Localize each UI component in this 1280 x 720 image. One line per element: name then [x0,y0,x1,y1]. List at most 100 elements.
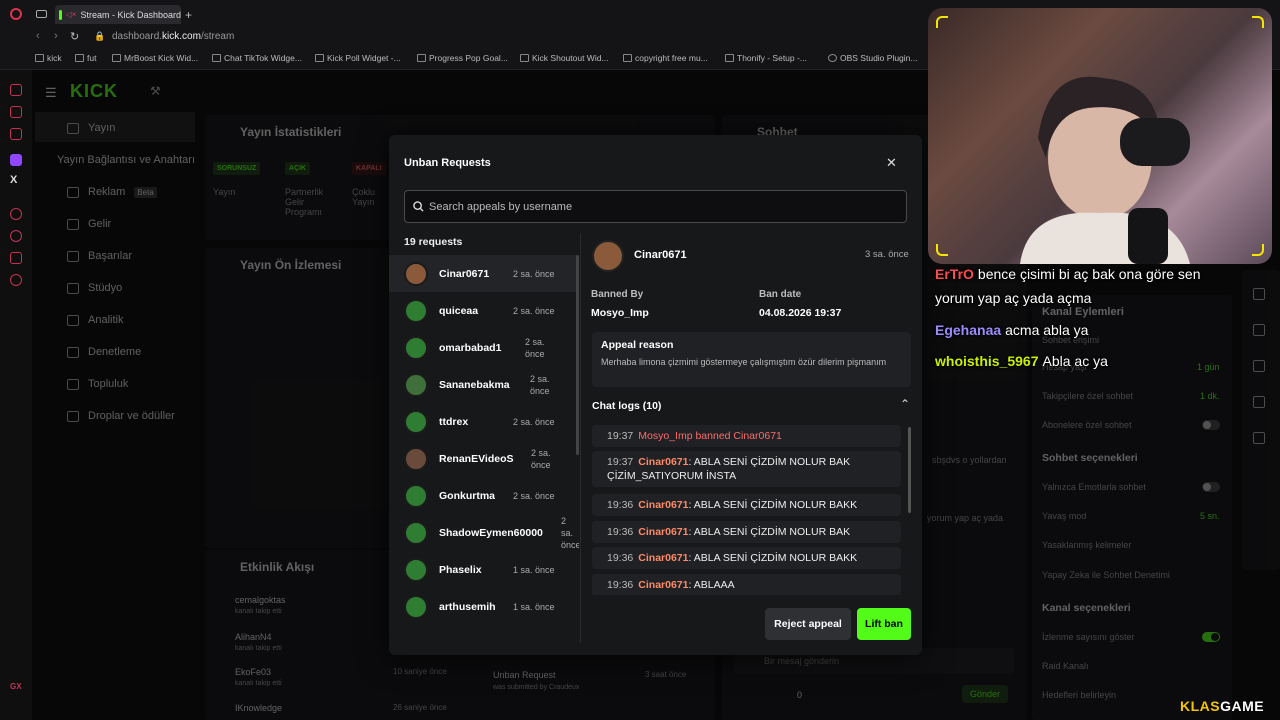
request-row[interactable]: Phaselix 1 sa. önce [389,551,577,588]
lift-ban-button[interactable]: Lift ban [857,608,911,640]
bookmark-item[interactable]: Thonify - Setup -... [725,53,807,63]
avatar [404,557,428,582]
sidebar-item-droplar[interactable]: Droplar ve ödüller [67,410,175,422]
request-row[interactable]: omarbabad1 2 sa. önce [389,329,577,366]
tool-icon[interactable] [1253,396,1265,408]
search-box[interactable] [404,190,907,223]
request-row[interactable]: quiceaa 2 sa. önce [389,292,577,329]
bookmark-item[interactable]: Chat TikTok Widge... [212,53,302,63]
activity-sub: kanalı takip etti [235,645,282,652]
reject-appeal-button[interactable]: Reject appeal [765,608,851,640]
tab-stream[interactable]: ◁× Stream - Kick Dashboard [55,5,181,24]
logs-scrollbar[interactable] [908,427,911,513]
whatsapp-icon[interactable] [10,128,22,140]
tool-icon[interactable] [1253,360,1265,372]
activity-user: IKnowledge [235,703,283,713]
gx-icon[interactable]: GX [10,682,22,691]
detail-username: Cinar0671 [634,249,687,261]
avatar [404,335,428,360]
request-row[interactable]: ttdrex 2 sa. önce [389,403,577,440]
url-field[interactable]: dashboard.kick.com/stream [112,31,234,42]
log-row: 19:36 Cinar0671: ABLA SENİ ÇİZDİM NOLUR B… [592,494,901,516]
player-icon[interactable] [10,208,22,220]
sidebar-item-yayin-label[interactable]: Yayın [67,122,115,134]
reload-icon[interactable]: ↻ [70,30,79,43]
banned-by-value: Mosyo_Imp [591,307,649,319]
right-tool-rail [1242,270,1280,570]
list-scrollbar[interactable] [576,255,579,455]
bookmark-item[interactable]: kick [35,53,62,63]
tool-icon[interactable] [1253,288,1265,300]
tool-icon[interactable] [1253,324,1265,336]
menu-icon[interactable]: ☰ [45,85,57,101]
sidebar-item-topluluk[interactable]: Topluluk [67,378,128,390]
request-row[interactable]: Cinar0671 2 sa. önce [389,255,577,292]
activity-user: cemalgoktas [235,595,286,605]
unban-note-time: 3 saat önce [645,670,687,679]
sidebar-item-gelir[interactable]: Gelir [67,218,111,230]
kick-logo[interactable]: KICK [70,81,118,102]
settings-icon[interactable] [10,274,22,286]
folder-icon [623,54,632,62]
unban-note-sub: was submitted by Craudeux [493,684,580,691]
send-button[interactable]: Gönder [962,685,1009,703]
tool-icon[interactable] [1253,432,1265,444]
subs-only-toggle[interactable] [1202,420,1220,430]
twitch-icon[interactable] [10,154,22,166]
search-input[interactable] [429,200,889,213]
modal-title: Unban Requests [404,157,491,169]
activity-sub: kanalı takip etti [235,680,282,687]
channel-actions-title: Kanal Eylemleri [1042,306,1124,318]
activity-time: 26 saniye önce [393,703,447,712]
extensions-icon[interactable] [10,252,22,264]
bookmark-item[interactable]: Progress Pop Goal... [417,53,508,63]
aria-icon[interactable] [10,84,22,96]
bookmark-item[interactable]: fut [75,53,96,63]
ban-date-value: 04.08.2026 19:37 [759,307,842,319]
new-tab-icon[interactable]: + [185,8,192,22]
forward-icon[interactable]: › [54,30,58,42]
chat-logs-label: Chat logs (10) [592,400,662,412]
x-icon[interactable]: X [10,174,17,186]
activity-title: Etkinlik Akışı [240,560,315,574]
avatar [404,409,428,434]
sidebar-item-analitik[interactable]: Analitik [67,314,123,326]
appeal-reason-text: Merhaba limona çizmimi göstermeye çalışm… [601,357,887,367]
request-row[interactable]: Gonkurtma 2 sa. önce [389,477,577,514]
sidebar-item-basarilar[interactable]: Başarılar [67,250,132,262]
mute-icon[interactable]: ◁× [66,10,77,19]
chevron-up-icon[interactable]: ⌃ [900,397,910,411]
sidebar-item-studyo[interactable]: Stüdyo [67,282,122,294]
appeal-reason-box: Appeal reason Merhaba limona çizmimi gös… [592,332,911,387]
request-row[interactable]: RenanEVideoS 2 sa. önce [389,440,577,477]
workspaces-icon[interactable] [36,10,47,18]
show-viewers-toggle[interactable] [1202,632,1220,642]
analytics-icon [67,314,79,326]
stat-label: Partnerlik Gelir Programı [285,187,324,217]
request-row[interactable]: ShadowEymen60000 2 sa. önce [389,514,579,551]
status-badge: KAPALI [352,162,386,175]
bookmark-item[interactable]: Kick Poll Widget -... [315,53,401,63]
messenger-icon[interactable] [10,106,22,118]
bookmark-item[interactable]: MrBoost Kick Wid... [112,53,198,63]
hammer-icon[interactable]: ⚒ [150,84,161,98]
history-icon[interactable] [10,230,22,242]
log-row: 19:37 Mosyo_Imp banned Cinar0671 [592,425,901,447]
sidebar-item-reklam[interactable]: Reklam Beta [67,186,157,198]
request-row[interactable]: arthusemih 1 sa. önce [389,588,577,625]
sidebar-item-stream-key[interactable]: Yayın Bağlantısı ve Anahtarı [57,154,195,166]
request-list: Cinar0671 2 sa. önce quiceaa 2 sa. önce om… [389,255,579,640]
bookmark-item[interactable]: Kick Shoutout Wid... [520,53,609,63]
emotes-only-toggle[interactable] [1202,482,1220,492]
opera-icon[interactable] [10,8,22,20]
back-icon[interactable]: ‹ [36,30,40,42]
page-icon [315,54,324,62]
bookmark-item[interactable]: OBS Studio Plugin... [828,53,918,63]
close-icon[interactable]: ✕ [886,155,897,171]
overlay-chat-message: whoisthis_5967 Abla ac ya [935,353,1108,369]
request-row[interactable]: Sananebakma 2 sa. önce [389,366,577,403]
sidebar-item-denetleme[interactable]: Denetleme [67,346,141,358]
log-row: 19:36 Cinar0671: ABLAAA [592,574,901,595]
webcam-overlay [928,8,1272,264]
bookmark-item[interactable]: copyright free mu... [623,53,708,63]
